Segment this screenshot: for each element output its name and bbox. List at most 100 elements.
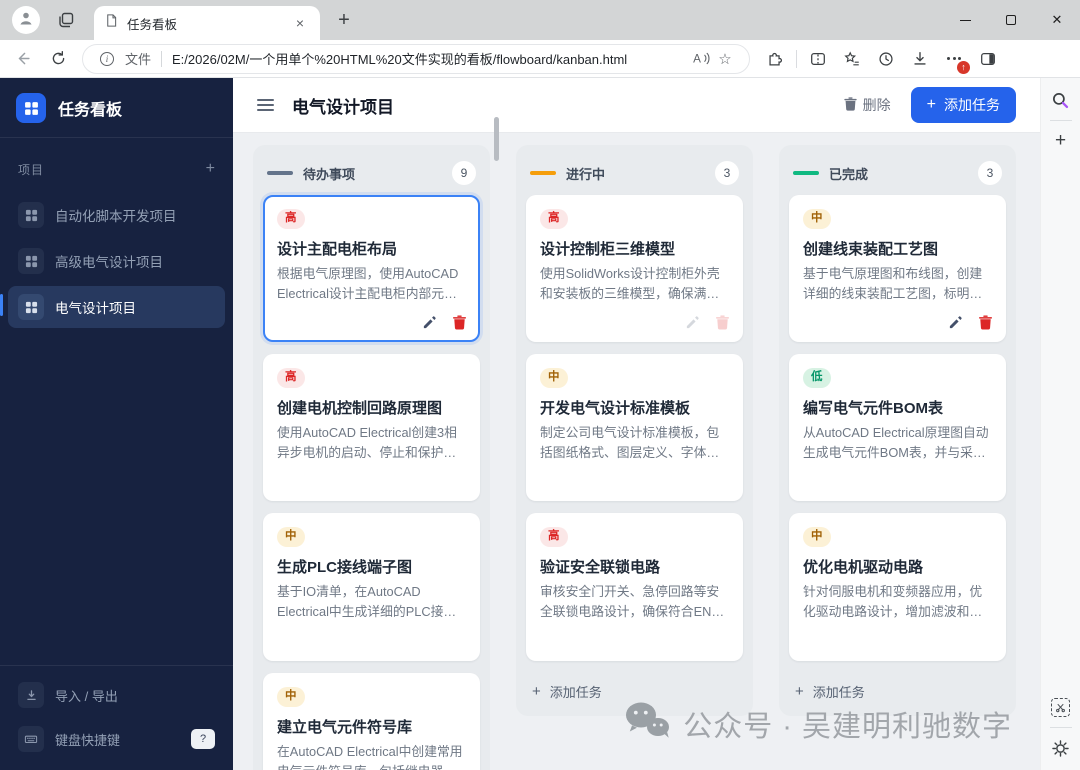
delete-trash-icon[interactable] [716, 315, 729, 330]
import-export-label: 导入 / 导出 [55, 688, 118, 704]
delete-project-button[interactable]: 删除 [844, 95, 891, 115]
task-description: 使用AutoCAD Electrical创建3相异步电机的启动、停止和保护回路原… [277, 425, 457, 461]
favorite-star-icon[interactable]: ☆ [713, 47, 737, 71]
column-accent-dash [267, 171, 293, 175]
column-header: 进行中 3 [526, 155, 743, 195]
profile-button[interactable] [12, 6, 40, 34]
keyboard-icon [18, 726, 44, 752]
add-sidebar-item-icon[interactable]: + [1047, 127, 1075, 155]
task-description: 根据电气原理图，使用AutoCAD Electrical设计主配电柜内部元器件.… [277, 265, 459, 302]
keyboard-shortcuts-button[interactable]: 键盘快捷键 ? [8, 718, 225, 760]
sidebar-toggle-icon[interactable] [975, 46, 1001, 72]
task-title: 建立电气元件符号库 [277, 718, 413, 736]
priority-badge: 中 [277, 686, 305, 707]
card-actions [277, 313, 466, 331]
new-tab-button[interactable]: + [330, 6, 358, 34]
shortcuts-help-badge[interactable]: ? [191, 729, 215, 749]
task-card[interactable]: 中建立电气元件符号库在AutoCAD Electrical中创建常用电气元件符号… [263, 672, 480, 770]
browser-toolbar: i 文件 E:/2026/02M/一个用单个%20HTML%20文件实现的看板/… [0, 40, 1080, 78]
browser-tab[interactable]: 任务看板 × [94, 6, 320, 40]
add-task-button[interactable]: + 添加任务 [910, 87, 1016, 123]
card-actions [540, 313, 729, 331]
keyboard-shortcuts-label: 键盘快捷键 [55, 732, 121, 748]
priority-badge: 中 [803, 209, 831, 229]
more-menu-icon[interactable]: ↑ [941, 46, 970, 74]
task-card[interactable]: 高创建电机控制回路原理图 使用AutoCAD Electrical创建3相异步电机… [263, 354, 480, 502]
task-card[interactable]: 高设计控制柜三维模型 使用SolidWorks设计控制柜外壳和安装板的三维模型，确… [526, 195, 743, 343]
minimize-button[interactable] [942, 0, 988, 40]
kanban-app: 任务看板 项目 + 自动化脚本开发项目 高级电气设计项目 电气设计项目 导入 / 导… [0, 78, 1040, 770]
tab-close-icon[interactable]: × [290, 13, 310, 33]
task-title: 生成PLC接线端子图 [277, 559, 413, 577]
bing-search-icon[interactable] [1047, 86, 1075, 114]
project-list: 自动化脚本开发项目 高级电气设计项目 电气设计项目 [0, 194, 233, 328]
edit-pencil-icon[interactable] [948, 315, 963, 330]
kanban-column-1: 进行中 3 高设计控制柜三维模型 使用SolidWorks设计控制柜外壳和安装板的三维… [516, 145, 753, 716]
task-title: 验证安全联锁电路 [540, 559, 661, 577]
maximize-button[interactable] [988, 0, 1034, 40]
divider [0, 665, 233, 666]
edge-sidebar-strip: + [1040, 78, 1080, 770]
plus-icon: + [926, 96, 936, 113]
task-title: 创建线束装配工艺图 [803, 240, 939, 258]
priority-badge: 中 [540, 368, 568, 389]
task-card[interactable]: 中创建线束装配工艺图基于电气原理图和布线图，创建详细的线束装配工艺图，标明剥线长… [789, 195, 1006, 343]
task-card[interactable]: 中生成PLC接线端子图 基于IO清单，在AutoCAD Electrical中生成… [263, 513, 480, 661]
task-description: 制定公司电气设计标准模板，包括图纸格式、图层定义、字体大小、符号... [540, 425, 720, 461]
column-accent-dash [530, 171, 556, 175]
history-icon[interactable] [873, 46, 899, 72]
extensions-icon[interactable] [762, 46, 788, 72]
task-description: 在AutoCAD Electrical中创建常用电气元件符号库，包括继电器、开关… [277, 743, 463, 770]
downloads-icon[interactable] [907, 46, 933, 72]
task-description: 针对伺服电机和变频器应用，优化驱动电路设计，增加滤波和抑制干扰措... [803, 584, 983, 620]
read-aloud-icon[interactable]: A [689, 47, 713, 71]
wechat-bubbles-icon [624, 700, 670, 748]
sidebar-item-project-0[interactable]: 自动化脚本开发项目 [8, 194, 225, 236]
browser-window: 任务看板 × + ✕ i 文件 E:/2026/02M/一个用单个%20HTML… [0, 0, 1080, 770]
info-icon[interactable]: i [95, 47, 119, 71]
kanban-grid-icon [18, 248, 44, 274]
delete-trash-icon[interactable] [979, 315, 992, 330]
hamburger-menu-icon[interactable] [257, 98, 274, 112]
settings-gear-icon[interactable] [1047, 734, 1075, 762]
tab-title: 任务看板 [127, 17, 178, 32]
task-card[interactable]: 低编写电气元件BOM表 从AutoCAD Electrical原理图自动生成电气元… [789, 354, 1006, 502]
column-scrollbar-thumb[interactable] [494, 117, 499, 161]
column-count-badge: 3 [978, 161, 1002, 185]
refresh-button[interactable] [44, 45, 72, 73]
column-add-task-label: 添加任务 [549, 684, 602, 700]
column-header: 已完成 3 [789, 155, 1006, 195]
sidebar-item-project-2[interactable]: 电气设计项目 [0, 286, 225, 328]
task-card[interactable]: 中开发电气设计标准模板制定公司电气设计标准模板，包括图纸格式、图层定义、字体大小… [526, 354, 743, 502]
task-card[interactable]: 高设计主配电柜布局 根据电气原理图，使用AutoCAD Electrical设计主… [263, 195, 480, 343]
close-icon: ✕ [1051, 12, 1063, 27]
url-text[interactable]: E:/2026/02M/一个用单个%20HTML%20文件实现的看板/flowb… [172, 49, 689, 68]
favorites-icon[interactable] [839, 46, 865, 72]
task-description: 基于电气原理图和布线图，创建详细的线束装配工艺图，标明剥线长度、... [803, 265, 983, 302]
back-button[interactable] [8, 45, 36, 73]
task-title: 设计控制柜三维模型 [540, 240, 676, 258]
close-window-button[interactable]: ✕ [1034, 0, 1080, 40]
minimize-icon [959, 19, 971, 21]
import-export-button[interactable]: 导入 / 导出 [8, 674, 225, 716]
app-logo-row: 任务看板 [0, 78, 233, 137]
divider [796, 49, 797, 68]
add-project-icon[interactable]: + [206, 160, 215, 178]
priority-badge: 高 [277, 368, 305, 389]
column-count-badge: 3 [715, 161, 739, 185]
delete-trash-icon[interactable] [453, 315, 466, 330]
screenshot-snip-icon[interactable] [1047, 693, 1075, 721]
sidebar-footer: 导入 / 导出 键盘快捷键 ? [0, 665, 233, 762]
split-screen-icon[interactable] [805, 46, 831, 72]
priority-badge: 中 [803, 527, 831, 548]
workspaces-icon[interactable] [56, 10, 76, 30]
edit-pencil-icon[interactable] [685, 315, 700, 330]
edit-pencil-icon[interactable] [422, 315, 437, 330]
sidebar-item-project-1[interactable]: 高级电气设计项目 [8, 240, 225, 282]
app-sidebar: 任务看板 项目 + 自动化脚本开发项目 高级电气设计项目 电气设计项目 导入 / 导… [0, 78, 233, 770]
task-card[interactable]: 中优化电机驱动电路针对伺服电机和变频器应用，优化驱动电路设计，增加滤波和抑制干扰… [789, 513, 1006, 661]
column-count-badge: 9 [452, 161, 476, 185]
task-card[interactable]: 高验证安全联锁电路审核安全门开关、急停回路等安全联锁电路设计，确保符合EN IS… [526, 513, 743, 661]
add-task-label: 添加任务 [944, 97, 1000, 113]
address-bar[interactable]: i 文件 E:/2026/02M/一个用单个%20HTML%20文件实现的看板/… [82, 43, 750, 74]
